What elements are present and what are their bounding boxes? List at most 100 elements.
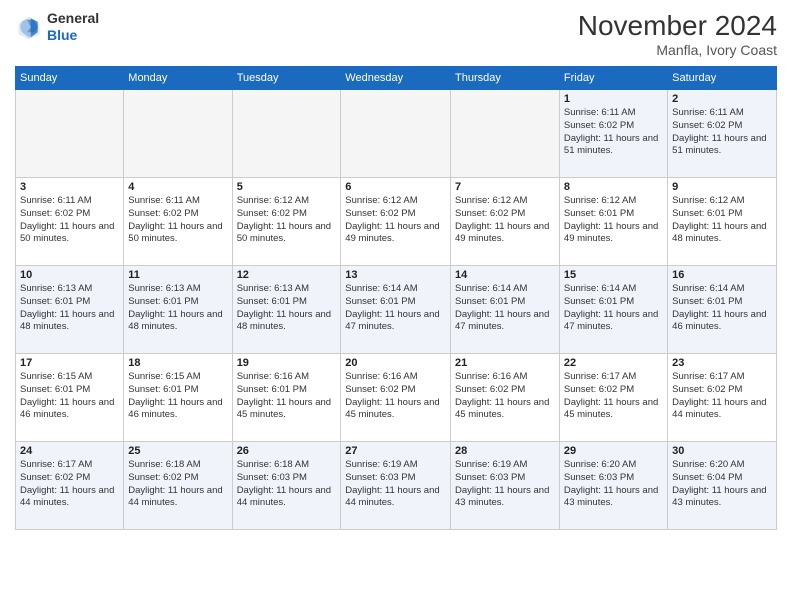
- day-info: Sunrise: 6:12 AMSunset: 6:02 PMDaylight:…: [237, 195, 337, 246]
- calendar-cell: 25Sunrise: 6:18 AMSunset: 6:02 PMDayligh…: [124, 442, 232, 530]
- title-block: November 2024 Manfla, Ivory Coast: [578, 10, 777, 58]
- weekday-sunday: Sunday: [16, 67, 124, 90]
- day-number: 24: [20, 445, 119, 457]
- day-number: 28: [455, 445, 555, 457]
- calendar-cell: [451, 90, 560, 178]
- day-info: Sunrise: 6:15 AMSunset: 6:01 PMDaylight:…: [20, 371, 119, 422]
- day-number: 16: [672, 269, 772, 281]
- day-info: Sunrise: 6:15 AMSunset: 6:01 PMDaylight:…: [128, 371, 227, 422]
- calendar-cell: 28Sunrise: 6:19 AMSunset: 6:03 PMDayligh…: [451, 442, 560, 530]
- logo: General Blue: [15, 10, 99, 44]
- calendar-cell: 22Sunrise: 6:17 AMSunset: 6:02 PMDayligh…: [559, 354, 667, 442]
- logo-general: General: [47, 10, 99, 27]
- day-number: 14: [455, 269, 555, 281]
- logo-icon: [15, 13, 43, 41]
- day-info: Sunrise: 6:14 AMSunset: 6:01 PMDaylight:…: [564, 283, 663, 334]
- calendar-week-4: 17 Sunrise: 6:15 AMSunset: 6:01 PMDayligh…: [16, 354, 777, 442]
- weekday-saturday: Saturday: [668, 67, 777, 90]
- calendar-cell: 26 Sunrise: 6:18 AMSunset: 6:03 PMDayligh…: [232, 442, 341, 530]
- logo-blue: Blue: [47, 27, 99, 44]
- calendar-cell: 29 Sunrise: 6:20 AMSunset: 6:03 PMDayligh…: [559, 442, 667, 530]
- day-number: 3: [20, 181, 119, 193]
- weekday-thursday: Thursday: [451, 67, 560, 90]
- calendar-cell: 3 Sunrise: 6:11 AMSunset: 6:02 PMDaylight…: [16, 178, 124, 266]
- day-number: 13: [345, 269, 446, 281]
- calendar-header: SundayMondayTuesdayWednesdayThursdayFrid…: [16, 67, 777, 90]
- calendar-cell: [124, 90, 232, 178]
- calendar-cell: 14 Sunrise: 6:14 AMSunset: 6:01 PMDayligh…: [451, 266, 560, 354]
- day-number: 5: [237, 181, 337, 193]
- day-info: Sunrise: 6:14 AMSunset: 6:01 PMDaylight:…: [345, 283, 446, 334]
- day-number: 21: [455, 357, 555, 369]
- day-number: 15: [564, 269, 663, 281]
- day-info: Sunrise: 6:14 AMSunset: 6:01 PMDaylight:…: [455, 283, 555, 334]
- weekday-wednesday: Wednesday: [341, 67, 451, 90]
- calendar-cell: 20 Sunrise: 6:16 AMSunset: 6:02 PMDayligh…: [341, 354, 451, 442]
- calendar-cell: 2 Sunrise: 6:11 AMSunset: 6:02 PMDaylight…: [668, 90, 777, 178]
- calendar-cell: 7Sunrise: 6:12 AMSunset: 6:02 PMDaylight…: [451, 178, 560, 266]
- calendar-cell: 27Sunrise: 6:19 AMSunset: 6:03 PMDayligh…: [341, 442, 451, 530]
- calendar-cell: 13 Sunrise: 6:14 AMSunset: 6:01 PMDayligh…: [341, 266, 451, 354]
- weekday-header-row: SundayMondayTuesdayWednesdayThursdayFrid…: [16, 67, 777, 90]
- calendar-cell: 5 Sunrise: 6:12 AMSunset: 6:02 PMDaylight…: [232, 178, 341, 266]
- calendar-week-5: 24 Sunrise: 6:17 AMSunset: 6:02 PMDayligh…: [16, 442, 777, 530]
- day-number: 4: [128, 181, 227, 193]
- calendar-cell: 17 Sunrise: 6:15 AMSunset: 6:01 PMDayligh…: [16, 354, 124, 442]
- day-info: Sunrise: 6:14 AMSunset: 6:01 PMDaylight:…: [672, 283, 772, 334]
- day-number: 20: [345, 357, 446, 369]
- calendar-cell: 6 Sunrise: 6:12 AMSunset: 6:02 PMDaylight…: [341, 178, 451, 266]
- day-info: Sunrise: 6:17 AMSunset: 6:02 PMDaylight:…: [672, 371, 772, 422]
- day-info: Sunrise: 6:11 AMSunset: 6:02 PMDaylight:…: [564, 107, 663, 158]
- calendar-cell: 10 Sunrise: 6:13 AMSunset: 6:01 PMDayligh…: [16, 266, 124, 354]
- day-number: 18: [128, 357, 227, 369]
- day-number: 17: [20, 357, 119, 369]
- day-info: Sunrise: 6:11 AMSunset: 6:02 PMDaylight:…: [128, 195, 227, 246]
- calendar-table: SundayMondayTuesdayWednesdayThursdayFrid…: [15, 66, 777, 530]
- calendar-cell: 30 Sunrise: 6:20 AMSunset: 6:04 PMDayligh…: [668, 442, 777, 530]
- day-info: Sunrise: 6:12 AMSunset: 6:01 PMDaylight:…: [564, 195, 663, 246]
- day-number: 29: [564, 445, 663, 457]
- calendar-cell: 16 Sunrise: 6:14 AMSunset: 6:01 PMDayligh…: [668, 266, 777, 354]
- calendar-cell: 18 Sunrise: 6:15 AMSunset: 6:01 PMDayligh…: [124, 354, 232, 442]
- calendar-week-2: 3 Sunrise: 6:11 AMSunset: 6:02 PMDaylight…: [16, 178, 777, 266]
- weekday-monday: Monday: [124, 67, 232, 90]
- calendar-cell: [341, 90, 451, 178]
- day-number: 2: [672, 93, 772, 105]
- calendar-cell: 9Sunrise: 6:12 AMSunset: 6:01 PMDaylight…: [668, 178, 777, 266]
- day-info: Sunrise: 6:18 AMSunset: 6:02 PMDaylight:…: [128, 459, 227, 510]
- day-info: Sunrise: 6:20 AMSunset: 6:03 PMDaylight:…: [564, 459, 663, 510]
- day-info: Sunrise: 6:19 AMSunset: 6:03 PMDaylight:…: [345, 459, 446, 510]
- day-info: Sunrise: 6:18 AMSunset: 6:03 PMDaylight:…: [237, 459, 337, 510]
- day-number: 6: [345, 181, 446, 193]
- calendar-cell: [232, 90, 341, 178]
- logo-text: General Blue: [47, 10, 99, 44]
- calendar-cell: 15 Sunrise: 6:14 AMSunset: 6:01 PMDayligh…: [559, 266, 667, 354]
- calendar-week-3: 10 Sunrise: 6:13 AMSunset: 6:01 PMDayligh…: [16, 266, 777, 354]
- day-info: Sunrise: 6:13 AMSunset: 6:01 PMDaylight:…: [20, 283, 119, 334]
- day-info: Sunrise: 6:13 AMSunset: 6:01 PMDaylight:…: [237, 283, 337, 334]
- day-info: Sunrise: 6:12 AMSunset: 6:01 PMDaylight:…: [672, 195, 772, 246]
- day-info: Sunrise: 6:11 AMSunset: 6:02 PMDaylight:…: [20, 195, 119, 246]
- day-number: 23: [672, 357, 772, 369]
- day-info: Sunrise: 6:20 AMSunset: 6:04 PMDaylight:…: [672, 459, 772, 510]
- day-info: Sunrise: 6:11 AMSunset: 6:02 PMDaylight:…: [672, 107, 772, 158]
- calendar-body: 1Sunrise: 6:11 AMSunset: 6:02 PMDaylight…: [16, 90, 777, 530]
- weekday-tuesday: Tuesday: [232, 67, 341, 90]
- day-number: 10: [20, 269, 119, 281]
- day-number: 19: [237, 357, 337, 369]
- page-header: General Blue November 2024 Manfla, Ivory…: [15, 10, 777, 58]
- page: General Blue November 2024 Manfla, Ivory…: [0, 0, 792, 612]
- day-info: Sunrise: 6:12 AMSunset: 6:02 PMDaylight:…: [455, 195, 555, 246]
- calendar-cell: 23 Sunrise: 6:17 AMSunset: 6:02 PMDayligh…: [668, 354, 777, 442]
- day-number: 22: [564, 357, 663, 369]
- day-number: 30: [672, 445, 772, 457]
- day-info: Sunrise: 6:17 AMSunset: 6:02 PMDaylight:…: [20, 459, 119, 510]
- day-info: Sunrise: 6:12 AMSunset: 6:02 PMDaylight:…: [345, 195, 446, 246]
- day-info: Sunrise: 6:16 AMSunset: 6:02 PMDaylight:…: [455, 371, 555, 422]
- day-info: Sunrise: 6:16 AMSunset: 6:01 PMDaylight:…: [237, 371, 337, 422]
- calendar-cell: 24 Sunrise: 6:17 AMSunset: 6:02 PMDayligh…: [16, 442, 124, 530]
- calendar-cell: 8Sunrise: 6:12 AMSunset: 6:01 PMDaylight…: [559, 178, 667, 266]
- day-info: Sunrise: 6:16 AMSunset: 6:02 PMDaylight:…: [345, 371, 446, 422]
- day-number: 26: [237, 445, 337, 457]
- calendar-week-1: 1Sunrise: 6:11 AMSunset: 6:02 PMDaylight…: [16, 90, 777, 178]
